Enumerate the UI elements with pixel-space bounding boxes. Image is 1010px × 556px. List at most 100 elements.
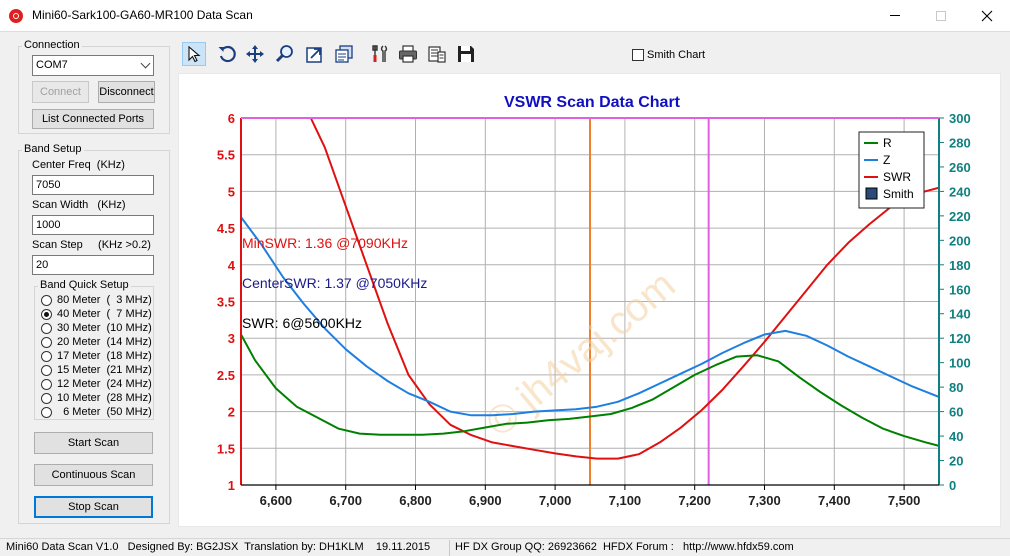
save-tool-button[interactable] bbox=[454, 42, 478, 66]
pointer-icon bbox=[188, 45, 201, 63]
connect-button[interactable]: Connect bbox=[32, 81, 89, 103]
status-separator bbox=[449, 540, 450, 556]
band-radio-4[interactable]: 17 Meter (18 MHz) bbox=[41, 349, 152, 363]
band-radio-label: 40 Meter ( 7 MHz) bbox=[57, 308, 152, 320]
band-radio-8[interactable]: 6 Meter (50 MHz) bbox=[41, 405, 152, 419]
chart-toolbar bbox=[178, 38, 1001, 70]
y-left-tick-label: 3.5 bbox=[217, 295, 235, 310]
chart-panel: © jh4vaj.com 6,600 6,700 6,800 6,900 7,000 7,… bbox=[178, 73, 1001, 527]
connection-group-label: Connection bbox=[22, 39, 82, 51]
legend-label: Z bbox=[883, 153, 890, 167]
port-select[interactable]: COM7 bbox=[32, 55, 154, 76]
window-title: Mini60-Sark100-GA60-MR100 Data Scan bbox=[32, 8, 253, 22]
radio-icon[interactable] bbox=[41, 378, 52, 390]
y-right-tick-label: 140 bbox=[949, 307, 971, 322]
pointer-tool-button[interactable] bbox=[182, 42, 206, 66]
chart-legend: RZ SWR Smith bbox=[858, 131, 925, 209]
band-radio-6[interactable]: 12 Meter (24 MHz) bbox=[41, 377, 152, 391]
rotate-tool-button[interactable] bbox=[215, 42, 239, 66]
maximize-button[interactable] bbox=[918, 0, 964, 31]
smith-chart-label: Smith Chart bbox=[647, 49, 706, 61]
band-radio-label: 20 Meter (14 MHz) bbox=[57, 336, 152, 348]
y-left-tick-label: 1 bbox=[228, 478, 235, 493]
band-radio-label: 80 Meter ( 3 MHz) bbox=[57, 294, 152, 306]
export-icon bbox=[306, 47, 322, 63]
y-right-tick-label: 180 bbox=[949, 258, 971, 273]
close-icon bbox=[981, 10, 993, 21]
continuous-scan-button[interactable]: Continuous Scan bbox=[34, 464, 153, 486]
port-select-value: COM7 bbox=[36, 59, 68, 71]
smith-chart-checkbox[interactable]: Smith Chart bbox=[632, 49, 705, 61]
data-tool-button[interactable] bbox=[425, 42, 449, 66]
scan-width-label: Scan Width (KHz) bbox=[32, 199, 126, 211]
start-scan-button[interactable]: Start Scan bbox=[34, 432, 153, 454]
zoom-tool-button[interactable] bbox=[273, 42, 297, 66]
center-swr-annotation: CenterSWR: 1.37 @7050KHz bbox=[242, 275, 427, 291]
y-left-tick-label: 4.5 bbox=[217, 221, 235, 236]
band-radio-7[interactable]: 10 Meter (28 MHz) bbox=[41, 391, 152, 405]
y-right-tick-label: 200 bbox=[949, 233, 971, 248]
scan-step-input[interactable]: 20 bbox=[32, 255, 154, 275]
y-left-tick-label: 3 bbox=[228, 331, 235, 346]
band-quick-setup-label: Band Quick Setup bbox=[38, 279, 131, 291]
radio-icon[interactable] bbox=[41, 392, 52, 404]
band-radio-0[interactable]: 80 Meter ( 3 MHz) bbox=[41, 293, 152, 307]
y-left-tick-label: 2 bbox=[228, 405, 235, 420]
tools-tool-button[interactable] bbox=[368, 42, 392, 66]
app-icon bbox=[9, 9, 23, 23]
stop-scan-button[interactable]: Stop Scan bbox=[34, 496, 153, 518]
radio-icon[interactable] bbox=[41, 336, 52, 348]
center-freq-input[interactable]: 7050 bbox=[32, 175, 154, 195]
y-right-tick-label: 280 bbox=[949, 135, 971, 150]
status-credits: Mini60 Data Scan V1.0 Designed By: BG2JS… bbox=[6, 541, 431, 553]
y-right-tick-label: 120 bbox=[949, 331, 971, 346]
scan-width-input[interactable]: 1000 bbox=[32, 215, 154, 235]
radio-icon[interactable] bbox=[41, 322, 52, 334]
legend-label: SWR bbox=[883, 170, 911, 184]
x-tick-label: 7,100 bbox=[609, 493, 642, 508]
band-radio-2[interactable]: 30 Meter (10 MHz) bbox=[41, 321, 152, 335]
close-button[interactable] bbox=[964, 0, 1010, 31]
export-tool-button[interactable] bbox=[303, 42, 327, 66]
radio-icon[interactable] bbox=[41, 350, 52, 362]
scan-step-label: Scan Step (KHz >0.2) bbox=[32, 239, 151, 251]
minimize-icon bbox=[890, 15, 900, 16]
move-icon bbox=[246, 45, 264, 63]
x-tick-label: 7,300 bbox=[748, 493, 781, 508]
min-swr-annotation: MinSWR: 1.36 @7090KHz bbox=[242, 235, 408, 251]
x-tick-label: 7,200 bbox=[678, 493, 711, 508]
minimize-button[interactable] bbox=[872, 0, 918, 31]
band-radio-label: 15 Meter (21 MHz) bbox=[57, 364, 152, 376]
radio-icon[interactable] bbox=[41, 364, 52, 376]
data-icon bbox=[428, 46, 446, 63]
y-right-tick-label: 80 bbox=[949, 380, 963, 395]
save-icon bbox=[458, 46, 474, 62]
swr-at-annotation: SWR: 6@5600KHz bbox=[242, 315, 362, 331]
smith-chart-checkbox-box[interactable] bbox=[632, 49, 644, 61]
band-setup-group-label: Band Setup bbox=[22, 143, 84, 155]
copy-icon bbox=[335, 45, 353, 63]
status-links: HF DX Group QQ: 26923662 HFDX Forum : ht… bbox=[455, 541, 794, 553]
y-right-tick-label: 240 bbox=[949, 184, 971, 199]
y-right-tick-label: 300 bbox=[949, 111, 971, 126]
radio-icon[interactable] bbox=[41, 308, 52, 320]
move-tool-button[interactable] bbox=[243, 42, 267, 66]
legend-swatch bbox=[865, 187, 878, 200]
y-right-tick-label: 260 bbox=[949, 160, 971, 175]
print-tool-button[interactable] bbox=[396, 42, 420, 66]
band-radio-1[interactable]: 40 Meter ( 7 MHz) bbox=[41, 307, 152, 321]
x-tick-label: 6,900 bbox=[469, 493, 502, 508]
radio-icon[interactable] bbox=[41, 294, 52, 306]
band-radio-5[interactable]: 15 Meter (21 MHz) bbox=[41, 363, 152, 377]
y-right-tick-label: 0 bbox=[949, 478, 956, 493]
print-icon bbox=[399, 45, 417, 63]
y-right-tick-label: 100 bbox=[949, 356, 971, 371]
disconnect-button[interactable]: Disconnect bbox=[98, 81, 155, 103]
band-radio-3[interactable]: 20 Meter (14 MHz) bbox=[41, 335, 152, 349]
band-radio-label: 30 Meter (10 MHz) bbox=[57, 322, 152, 334]
list-ports-button[interactable]: List Connected Ports bbox=[32, 109, 154, 129]
legend-label: R bbox=[883, 136, 892, 150]
radio-icon[interactable] bbox=[41, 406, 52, 418]
center-freq-label: Center Freq (KHz) bbox=[32, 159, 125, 171]
copy-tool-button[interactable] bbox=[332, 42, 356, 66]
